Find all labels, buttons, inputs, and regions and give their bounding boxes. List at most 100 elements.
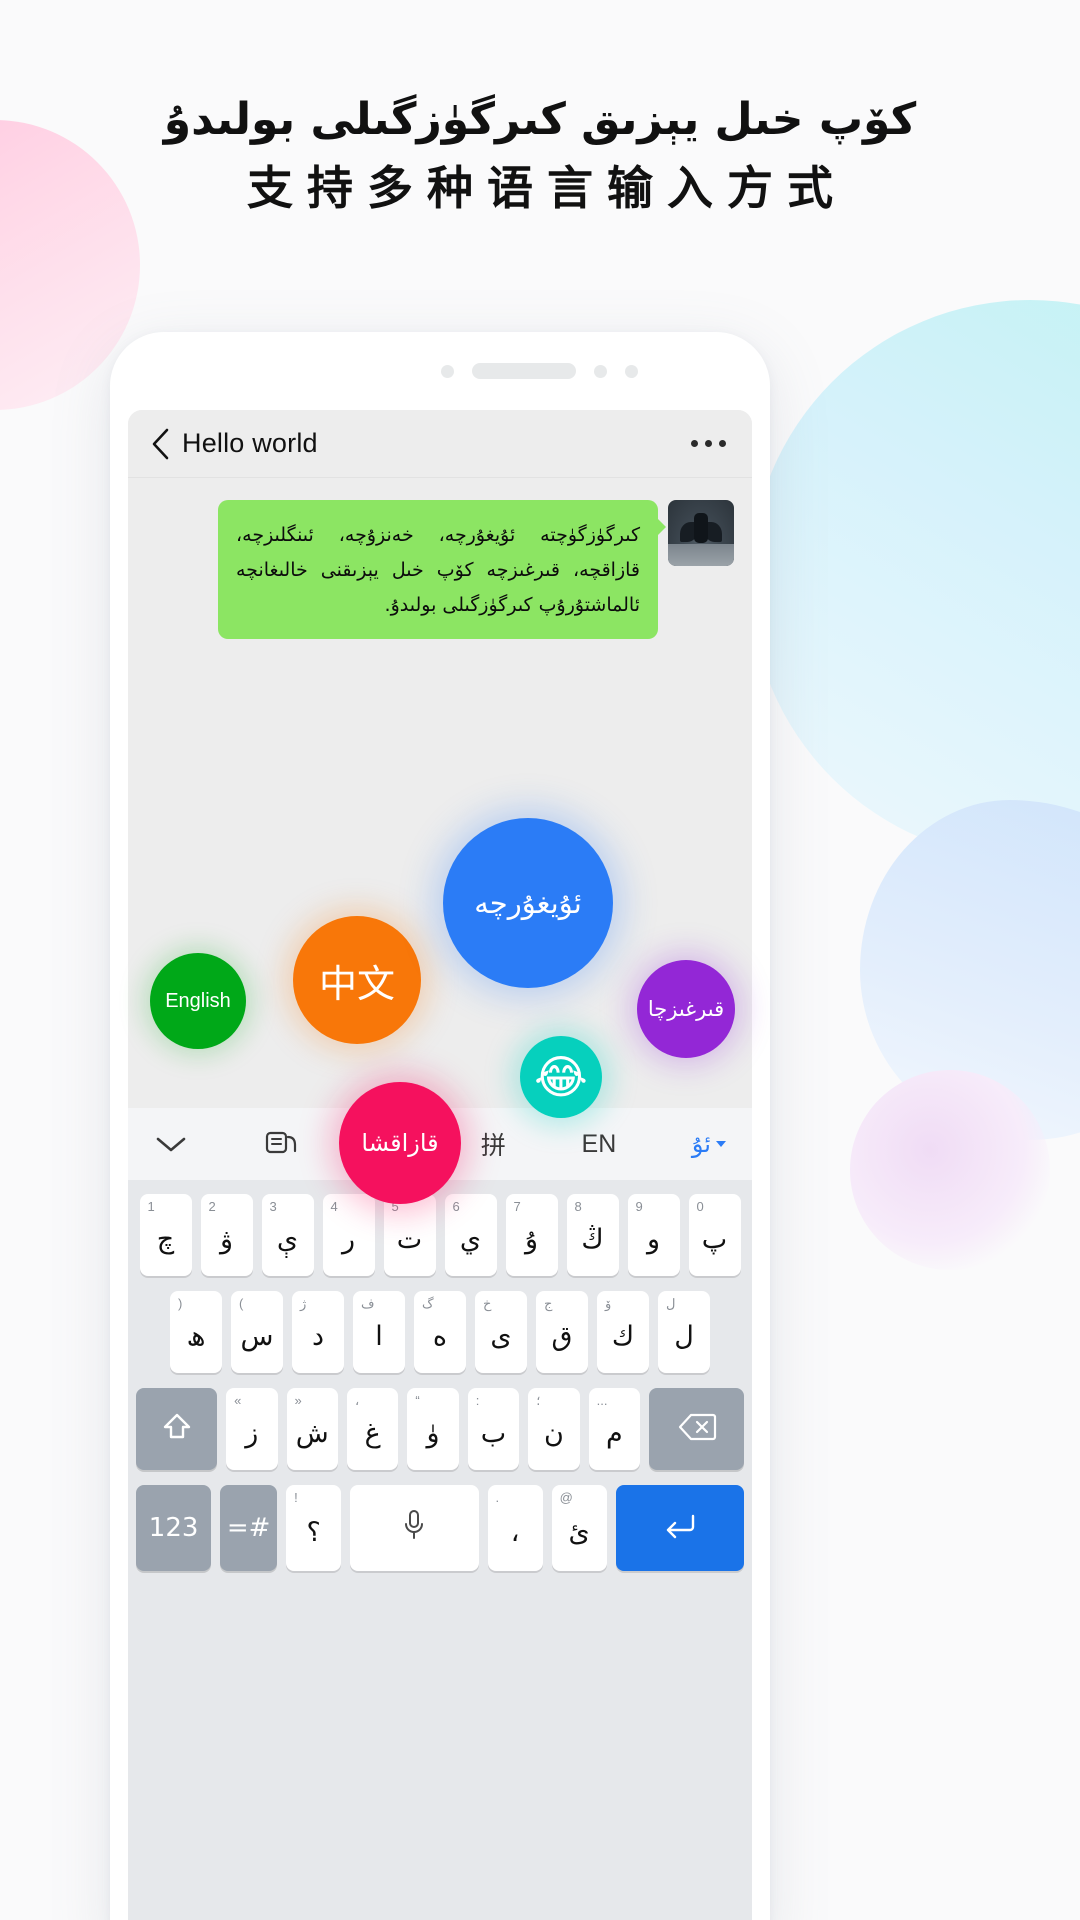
- key-sup: 3: [269, 1199, 277, 1214]
- keyboard-row-4: 123 =# ! ؟ . ، @ ئ: [136, 1485, 744, 1571]
- key[interactable]: جق: [536, 1291, 588, 1373]
- key-label: 123: [148, 1513, 199, 1543]
- notch-camera-dot: [593, 364, 607, 378]
- key[interactable]: گە: [414, 1291, 466, 1373]
- key-sup: ج: [544, 1296, 553, 1311]
- key-label: ۇ: [524, 1223, 539, 1255]
- virtual-keyboard: 1چ 2ۋ 3ې 4ر 5ت 6ي 7ۇ 8ڭ 9و 0پ ) ھ (س ژد ف…: [128, 1180, 752, 1920]
- key-label: ؟: [306, 1516, 321, 1548]
- backspace-key[interactable]: [649, 1388, 744, 1470]
- key-sup: »: [294, 1393, 302, 1408]
- message-row: كىرگۈزگۈچتە ئۇيغۇرچە، خەنزۇچە، ئىنگلىزچە…: [146, 500, 734, 640]
- key[interactable]: 1چ: [139, 1194, 192, 1276]
- key-label: ڭ: [581, 1223, 604, 1255]
- mic-icon: [401, 1508, 427, 1548]
- hamza-key[interactable]: @ ئ: [551, 1485, 607, 1571]
- uyghur-mode-label: ئۇ: [691, 1130, 711, 1158]
- headline-chinese: 支持多种语言输入方式: [247, 161, 847, 215]
- notch-speaker: [471, 363, 576, 379]
- pinyin-mode-button[interactable]: 拼: [481, 1126, 506, 1162]
- key[interactable]: «ز: [226, 1388, 278, 1470]
- uyghur-mode-button[interactable]: ئۇ: [692, 1130, 726, 1158]
- key-sup: ف: [361, 1296, 375, 1311]
- key-sup: ): [178, 1296, 183, 1311]
- key-label: ي: [459, 1223, 482, 1255]
- key[interactable]: 7ۇ: [505, 1194, 558, 1276]
- key-sup: 8: [574, 1199, 582, 1214]
- decorative-blob-blue: [860, 800, 1080, 1140]
- keyboard-row-3: «ز » ش ، غ “ۈ :ب ؛ ن ... م: [136, 1388, 744, 1470]
- key[interactable]: خى: [475, 1291, 527, 1373]
- key-sup: :: [475, 1393, 480, 1408]
- key-label: ب: [480, 1417, 507, 1449]
- key[interactable]: لل: [658, 1291, 710, 1373]
- english-mode-button[interactable]: EN: [582, 1130, 617, 1159]
- page-title: Hello world: [182, 428, 318, 458]
- keyboard-row-1: 1چ 2ۋ 3ې 4ر 5ت 6ي 7ۇ 8ڭ 9و 0پ: [136, 1194, 744, 1276]
- key-label: ن: [544, 1417, 564, 1449]
- more-options-icon[interactable]: [691, 440, 730, 447]
- key-sup: 0: [696, 1199, 704, 1214]
- key[interactable]: 4ر: [322, 1194, 375, 1276]
- key-sup: گ: [422, 1296, 434, 1311]
- key-sup: ۆ: [605, 1296, 612, 1311]
- key-label: ،: [510, 1516, 520, 1548]
- key[interactable]: :ب: [467, 1388, 520, 1470]
- key[interactable]: ۆك: [597, 1291, 649, 1373]
- language-bubble-kyrgyz[interactable]: قىرغىزچا: [637, 960, 735, 1058]
- key[interactable]: 3ې: [261, 1194, 314, 1276]
- keyboard-row-2: ) ھ (س ژد فا گە خى جق ۆك لل: [136, 1291, 744, 1373]
- key[interactable]: 0پ: [688, 1194, 741, 1276]
- clipboard-icon[interactable]: [264, 1128, 298, 1160]
- language-bubble-uyghur[interactable]: ئۇيغۇرچە: [443, 818, 613, 988]
- key[interactable]: 6ي: [444, 1194, 497, 1276]
- key-sup: 7: [513, 1199, 521, 1214]
- key[interactable]: ، غ: [346, 1388, 399, 1470]
- language-bubble-chinese[interactable]: 中文: [293, 916, 421, 1044]
- avatar: [668, 500, 734, 566]
- decorative-blob-cyan: [750, 300, 1080, 860]
- key[interactable]: 2ۋ: [200, 1194, 253, 1276]
- language-bubble-emoji[interactable]: 😂: [520, 1036, 602, 1118]
- key[interactable]: فا: [353, 1291, 405, 1373]
- key-label: د: [311, 1320, 325, 1352]
- key-label: ا: [375, 1320, 383, 1352]
- key[interactable]: ) ھ: [170, 1291, 222, 1373]
- language-bubble-kazakh[interactable]: قازاقشا: [339, 1082, 461, 1204]
- key-label: ر: [341, 1223, 356, 1255]
- key[interactable]: “ۈ: [407, 1388, 459, 1470]
- key-sup: 4: [330, 1199, 338, 1214]
- numbers-key[interactable]: 123: [136, 1485, 212, 1571]
- key[interactable]: ؛ ن: [528, 1388, 580, 1470]
- key-sup: @: [559, 1490, 573, 1505]
- key-label: و: [646, 1223, 661, 1255]
- key[interactable]: (س: [231, 1291, 283, 1373]
- key[interactable]: 5ت: [383, 1194, 436, 1276]
- key-sup: ؛: [536, 1393, 541, 1408]
- key[interactable]: » ش: [286, 1388, 338, 1470]
- key-sup: خ: [483, 1296, 492, 1311]
- question-key[interactable]: ! ؟: [286, 1485, 342, 1571]
- enter-key[interactable]: [615, 1485, 744, 1571]
- key-label: ۈ: [426, 1417, 440, 1449]
- message-bubble-outgoing[interactable]: كىرگۈزگۈچتە ئۇيغۇرچە، خەنزۇچە، ئىنگلىزچە…: [218, 500, 666, 640]
- key[interactable]: ژد: [292, 1291, 344, 1373]
- key[interactable]: 8ڭ: [566, 1194, 619, 1276]
- headline-uyghur: كۆپ خىل يېزىق كىرگۈزگىلى بولىدۇ: [163, 94, 917, 145]
- key-label: پ: [701, 1223, 728, 1255]
- key[interactable]: ... م: [588, 1388, 641, 1470]
- space-key[interactable]: [350, 1485, 479, 1571]
- key[interactable]: 9و: [627, 1194, 680, 1276]
- shift-key[interactable]: [136, 1388, 218, 1470]
- key-label: س: [240, 1320, 274, 1352]
- chevron-left-icon[interactable]: [150, 427, 172, 461]
- language-bubble-english[interactable]: English: [150, 953, 246, 1049]
- symbols-key[interactable]: =#: [220, 1485, 278, 1571]
- key-sup: 9: [635, 1199, 643, 1214]
- chevron-down-icon[interactable]: [154, 1133, 188, 1155]
- phone-notch: [110, 332, 770, 410]
- chat-header: Hello world: [128, 410, 752, 478]
- key-sup: ل: [666, 1296, 676, 1311]
- comma-key[interactable]: . ،: [487, 1485, 543, 1571]
- key-sup: 1: [147, 1199, 155, 1214]
